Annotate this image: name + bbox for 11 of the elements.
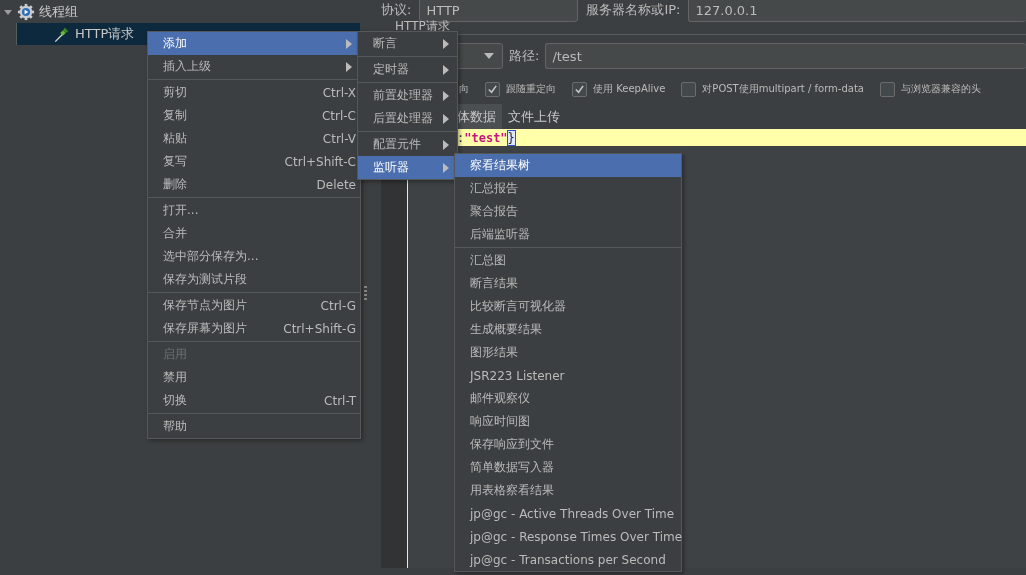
checkbox-label: 与浏览器兼容的头 xyxy=(900,82,981,96)
path-label: 路径: xyxy=(509,47,540,65)
tree-label: 线程组 xyxy=(39,3,78,21)
checkbox-label: 跟随重定向 xyxy=(506,82,556,96)
checkbox-label: 向 xyxy=(459,82,469,96)
protocol-label: 协议: xyxy=(381,1,412,19)
server-label: 服务器名称或IP: xyxy=(586,1,681,19)
section-title: HTTP请求 xyxy=(394,20,451,32)
tree-label: HTTP请求 xyxy=(75,25,135,43)
checkbox-label: 使用 KeepAlive xyxy=(593,82,666,96)
checkbox-label: 对POST使用multipart / form-data xyxy=(702,82,864,96)
